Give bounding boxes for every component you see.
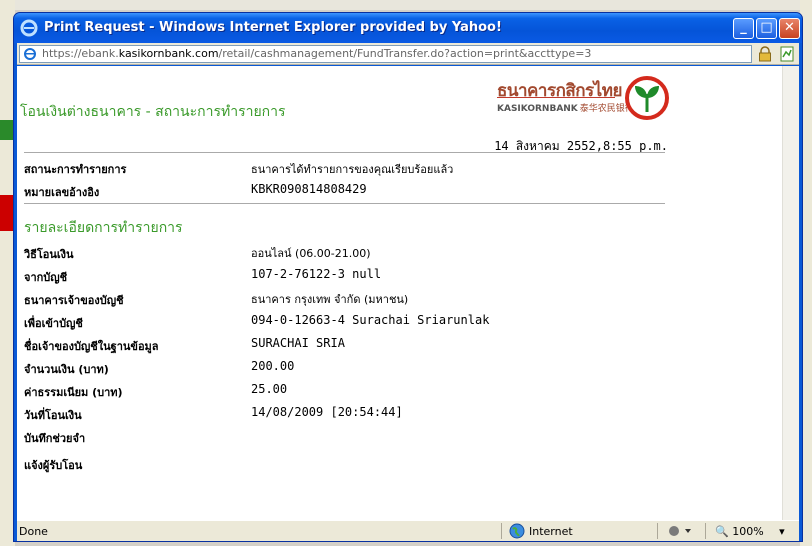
logo-en-text: KASIKORNBANK — [497, 104, 578, 114]
lock-icon[interactable] — [758, 46, 772, 62]
to-account-label: เพื่อเข้าบัญชี — [24, 317, 83, 330]
bank-logo-thai: ธนาคารกสิกรไทย — [497, 81, 622, 101]
reference-value: KBKR090814808429 — [251, 182, 367, 196]
internet-explorer-icon — [20, 19, 38, 37]
url-path: /retail/cashmanagement/FundTransfer.do?a… — [218, 47, 592, 60]
reference-label: หมายเลขอ้างอิง — [24, 186, 100, 199]
transfer-date-label: วันที่โอนเงิน — [24, 409, 82, 422]
amount-value: 200.00 — [251, 359, 295, 373]
logo-divider — [497, 97, 615, 98]
from-account-value: 107-2-76122-3 null — [251, 267, 382, 281]
notify-recipient-label: แจ้งผู้รับโอน — [24, 459, 83, 472]
account-holder-value: SURACHAI SRIA — [251, 336, 345, 350]
security-zone[interactable]: Internet — [509, 523, 573, 542]
window-title: Print Request - Windows Internet Explore… — [44, 20, 502, 35]
page-report-icon[interactable] — [780, 46, 794, 62]
header-divider — [24, 152, 665, 153]
title-bar[interactable]: Print Request - Windows Internet Explore… — [14, 13, 802, 43]
protected-mode-icon[interactable] — [667, 524, 695, 538]
zoom-dropdown-icon: ▾ — [779, 525, 785, 538]
url-domain: kasikornbank.com — [118, 47, 219, 60]
transaction-date: 14 สิงหาคม 2552,8:55 p.m. — [494, 139, 668, 153]
address-field[interactable]: https://ebank.kasikornbank.com/retail/ca… — [19, 45, 752, 63]
fee-label: ค่าธรรมเนียม (บาท) — [24, 386, 123, 399]
status-value: ธนาคารได้ทำรายการของคุณเรียบร้อยแล้ว — [251, 163, 454, 176]
background-window-top — [0, 0, 812, 10]
status-separator — [501, 523, 502, 539]
zoom-icon: 🔍 — [715, 525, 729, 538]
transfer-method-label: วิธีโอนเงิน — [24, 248, 74, 261]
section-title: รายละเอียดการทำรายการ — [24, 220, 183, 236]
transfer-method-value: ออนไลน์ (06.00-21.00) — [251, 247, 371, 260]
bank-logo-english: KASIKORNBANK 泰华农民银行 — [497, 101, 634, 114]
amount-label: จำนวนเงิน (บาท) — [24, 363, 109, 376]
ie-popup-window: Print Request - Windows Internet Explore… — [13, 12, 803, 542]
transfer-date-value: 14/08/2009 [20:54:44] — [251, 405, 403, 419]
kbank-logo-icon — [625, 76, 669, 120]
maximize-button[interactable]: □ — [756, 18, 777, 39]
status-separator — [705, 523, 706, 539]
account-holder-label: ชื่อเจ้าของบัญชีในฐานข้อมูล — [24, 340, 159, 353]
zone-label: Internet — [529, 525, 573, 538]
minimize-button[interactable]: _ — [733, 18, 754, 39]
account-bank-label: ธนาคารเจ้าของบัญชี — [24, 294, 124, 307]
memo-label: บันทึกช่วยจำ — [24, 432, 86, 445]
page-content: โอนเงินต่างธนาคาร - สถานะการทำรายการ ธนา… — [17, 66, 799, 520]
ie-page-icon — [24, 48, 36, 60]
zoom-control[interactable]: 🔍 100% ▾ — [715, 525, 785, 538]
to-account-value: 094-0-12663-4 Surachai Sriarunlak — [251, 313, 490, 327]
status-separator — [657, 523, 658, 539]
close-button[interactable]: ✕ — [779, 18, 800, 39]
account-bank-value: ธนาคาร กรุงเทพ จำกัด (มหาชน) — [251, 293, 409, 306]
url-prefix: https://ebank. — [42, 47, 119, 60]
status-label: สถานะการทำรายการ — [24, 163, 127, 176]
address-url: https://ebank.kasikornbank.com/retail/ca… — [42, 46, 591, 62]
status-divider — [24, 203, 665, 204]
address-bar: https://ebank.kasikornbank.com/retail/ca… — [17, 43, 799, 65]
page-title: โอนเงินต่างธนาคาร - สถานะการทำรายการ — [20, 104, 286, 120]
vertical-scrollbar[interactable] — [782, 66, 799, 520]
from-account-label: จากบัญชี — [24, 271, 68, 284]
globe-icon — [509, 523, 525, 539]
zoom-level: 100% — [732, 525, 764, 538]
status-bar: Done Internet 🔍 100% ▾ — [17, 520, 799, 541]
fee-value: 25.00 — [251, 382, 288, 396]
status-text: Done — [19, 525, 48, 538]
